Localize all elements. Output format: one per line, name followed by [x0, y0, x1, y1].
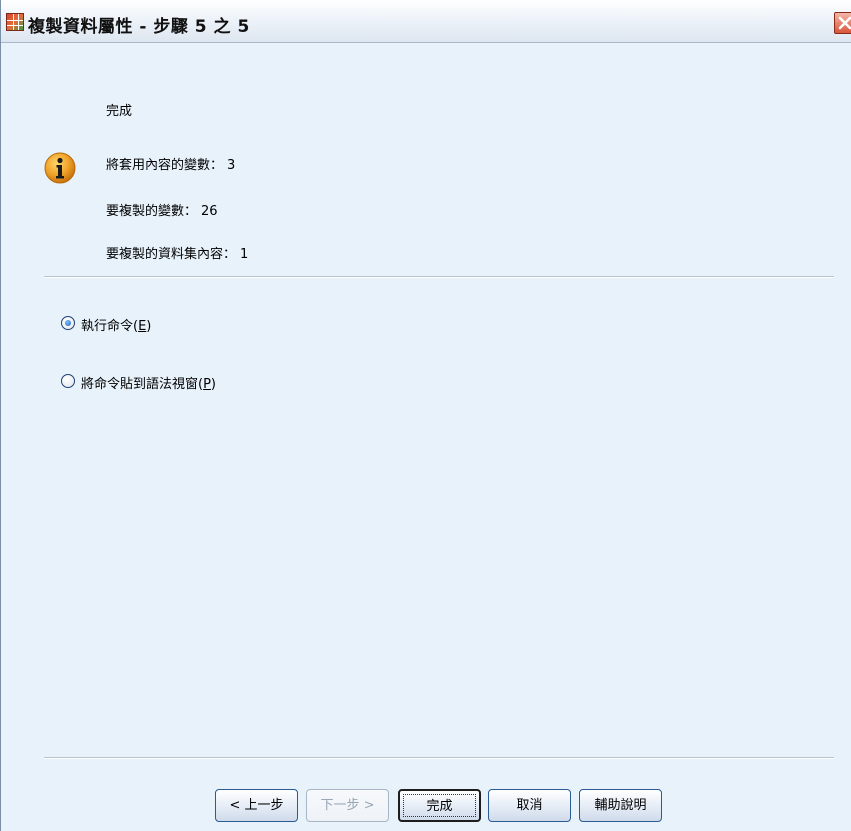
paste-syntax-label: 將命令貼到語法視窗(P) — [81, 377, 216, 392]
divider — [44, 757, 834, 759]
dialog-content: 完成 將套用內容的變數： 3 要複製的變數： 26 要複製的資料集內容： 1 執… — [1, 44, 851, 831]
next-button[interactable]: 下一步 > — [306, 789, 389, 822]
info-icon — [44, 152, 76, 184]
cancel-button[interactable]: 取消 — [488, 789, 571, 822]
finish-button[interactable]: 完成 — [398, 789, 481, 822]
stat-label: 要複製的資料集內容： — [106, 247, 237, 262]
stat-value: 26 — [201, 204, 218, 219]
stat-value: 1 — [240, 247, 249, 262]
title-bar[interactable]: 複製資料屬性 - 步驟 5 之 5 — [1, 0, 851, 43]
divider — [44, 276, 834, 278]
run-command-radio[interactable] — [61, 316, 75, 330]
completion-heading: 完成 — [106, 104, 133, 119]
stat-target-variables: 將套用內容的變數： 3 — [106, 154, 235, 173]
window-title: 複製資料屬性 - 步驟 5 之 5 — [28, 17, 250, 37]
stat-dataset-properties: 要複製的資料集內容： 1 — [106, 243, 248, 262]
run-command-label: 執行命令(E) — [81, 319, 152, 334]
focus-ring — [403, 794, 476, 817]
back-button[interactable]: < 上一步 — [215, 789, 298, 822]
stat-value: 3 — [227, 158, 236, 173]
close-icon — [838, 16, 851, 30]
paste-syntax-radio[interactable] — [61, 374, 75, 388]
app-icon — [6, 13, 24, 31]
close-button[interactable] — [834, 12, 851, 34]
stat-label: 將套用內容的變數： — [106, 158, 224, 173]
help-button[interactable]: 輔助說明 — [579, 789, 662, 822]
stat-label: 要複製的變數： — [106, 204, 198, 219]
stat-copied-variables: 要複製的變數： 26 — [106, 200, 218, 219]
dialog-window: 複製資料屬性 - 步驟 5 之 5 完成 將套用內容的變數： 3 要複製的變數：… — [0, 0, 851, 831]
